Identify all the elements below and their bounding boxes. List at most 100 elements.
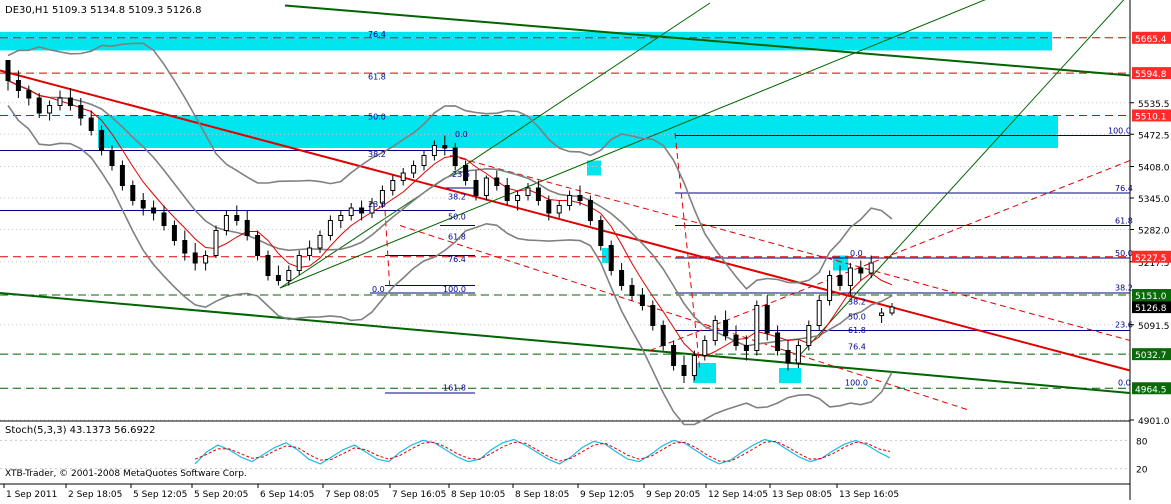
candle-body: [619, 270, 625, 286]
x-tick-label: 12 Sep 14:05: [708, 490, 768, 500]
y-tick-label: 5472.5: [1138, 131, 1170, 141]
x-tick-label: 13 Sep 08:05: [772, 490, 832, 500]
chart-window: 76.4 61.8 50.0 38.2 23.6 0.0 0.0 23.6 38.2 50.0 61…: [0, 0, 1171, 500]
candle-body: [691, 355, 697, 376]
y-tick-label: 5282.0: [1138, 227, 1170, 237]
candle-body: [785, 350, 791, 364]
fibonacci-label: 161.8: [443, 384, 466, 393]
candle-body: [99, 130, 105, 151]
x-tick-label: 7 Sep 16:05: [392, 490, 446, 500]
candle-body: [629, 285, 635, 296]
candle-body: [681, 365, 687, 376]
fibonacci-label: 38.2: [448, 193, 466, 202]
fibonacci-label: 50.0: [1115, 249, 1133, 258]
price-label-text: 5510.1: [1135, 112, 1167, 122]
candle-body: [515, 195, 521, 201]
candle-body: [15, 80, 21, 91]
y-tick-label: 4901.0: [1138, 417, 1170, 427]
price-label-text: 5594.8: [1135, 70, 1167, 80]
fibonacci-label: 23.6: [452, 170, 470, 179]
fibonacci-label: 50.0: [848, 313, 866, 322]
candle-body: [213, 230, 219, 256]
candle-body: [556, 205, 562, 214]
candle-body: [837, 275, 843, 286]
candle-body: [161, 212, 167, 226]
candle-body: [203, 255, 209, 264]
price-label-text: 5126.8: [1135, 304, 1167, 314]
x-tick-label: 9 Sep 20:05: [646, 490, 700, 500]
candle-body: [889, 306, 895, 314]
candle-body: [775, 332, 781, 351]
candle-body: [452, 147, 458, 166]
support-resistance-zone: [98, 115, 1058, 148]
candle-body: [234, 215, 240, 221]
candle-body: [421, 155, 427, 166]
candle-body: [525, 187, 531, 196]
candle-body: [535, 187, 541, 201]
candle-body: [307, 247, 313, 256]
candle-body: [67, 97, 73, 106]
x-tick-label: 13 Sep 16:05: [839, 490, 899, 500]
support-resistance-zone: [587, 160, 601, 176]
fibonacci-label: 76.4: [368, 30, 386, 39]
x-tick-label: 1 Sep 2011: [6, 490, 57, 500]
fibonacci-label: 0.0: [455, 130, 468, 139]
price-label-text: 5032.7: [1135, 351, 1167, 361]
candle-body: [858, 267, 864, 274]
support-resistance-zone: [779, 368, 801, 383]
y-tick-label: 5345.0: [1138, 195, 1170, 205]
candle-body: [494, 177, 500, 186]
candle-body: [608, 245, 614, 271]
price-label-text: 5665.4: [1135, 35, 1167, 45]
fibonacci-label: 61.8: [448, 233, 466, 242]
candle-body: [546, 200, 552, 214]
candle-body: [390, 180, 396, 191]
stoch-label: Stoch(5,3,3) 43.1373 56.6922: [5, 425, 156, 436]
candle-body: [733, 335, 739, 346]
support-resistance-zone: [0, 31, 1052, 51]
candle-body: [57, 97, 63, 106]
candle-body: [359, 207, 365, 214]
candle-body: [151, 207, 157, 214]
candle-body: [296, 255, 302, 271]
candle-body: [764, 305, 770, 334]
fibonacci-label: 61.8: [1115, 217, 1133, 226]
candle-body: [577, 195, 583, 201]
candle-body: [442, 145, 448, 149]
candle-body: [743, 345, 749, 351]
candle-body: [671, 345, 677, 366]
fibonacci-label: 61.8: [368, 73, 386, 82]
candle-body: [78, 105, 84, 119]
fibonacci-label: 61.8: [848, 326, 866, 335]
candle-body: [660, 325, 666, 346]
candle-body: [598, 220, 604, 246]
stoch-scale-label: 20: [1136, 466, 1148, 476]
fibonacci-label: 76.4: [1115, 184, 1133, 193]
fibonacci-label: 50.0: [448, 213, 466, 222]
candle-body: [504, 185, 510, 201]
candle-body: [338, 215, 344, 221]
fibonacci-label: 23.6: [368, 200, 386, 209]
symbol-info: DE30,H1 5109.3 5134.8 5109.3 5126.8: [5, 5, 201, 16]
fibonacci-label: 76.4: [848, 343, 866, 352]
candle-body: [650, 305, 656, 326]
candle-body: [723, 320, 729, 336]
candle-body: [754, 305, 760, 351]
candle-body: [795, 345, 801, 364]
fibonacci-label: 0.0: [850, 249, 863, 258]
y-tick-label: 5408.0: [1138, 164, 1170, 174]
fibonacci-label: 100.0: [443, 285, 466, 294]
candle-body: [847, 267, 853, 286]
fibonacci-label: 50.0: [368, 113, 386, 122]
candle-body: [47, 105, 53, 114]
candle-body: [816, 300, 822, 326]
candle-body: [255, 235, 261, 256]
candle-body: [702, 340, 708, 356]
candle-body: [567, 195, 573, 206]
y-tick-label: 5535.5: [1138, 100, 1170, 110]
candle-body: [327, 220, 333, 236]
copyright: XTB-Trader, © 2001-2008 MetaQuotes Softw…: [5, 469, 247, 479]
candle-body: [244, 220, 250, 236]
price-label-text: 4964.5: [1135, 385, 1167, 395]
x-tick-label: 5 Sep 20:05: [194, 490, 248, 500]
